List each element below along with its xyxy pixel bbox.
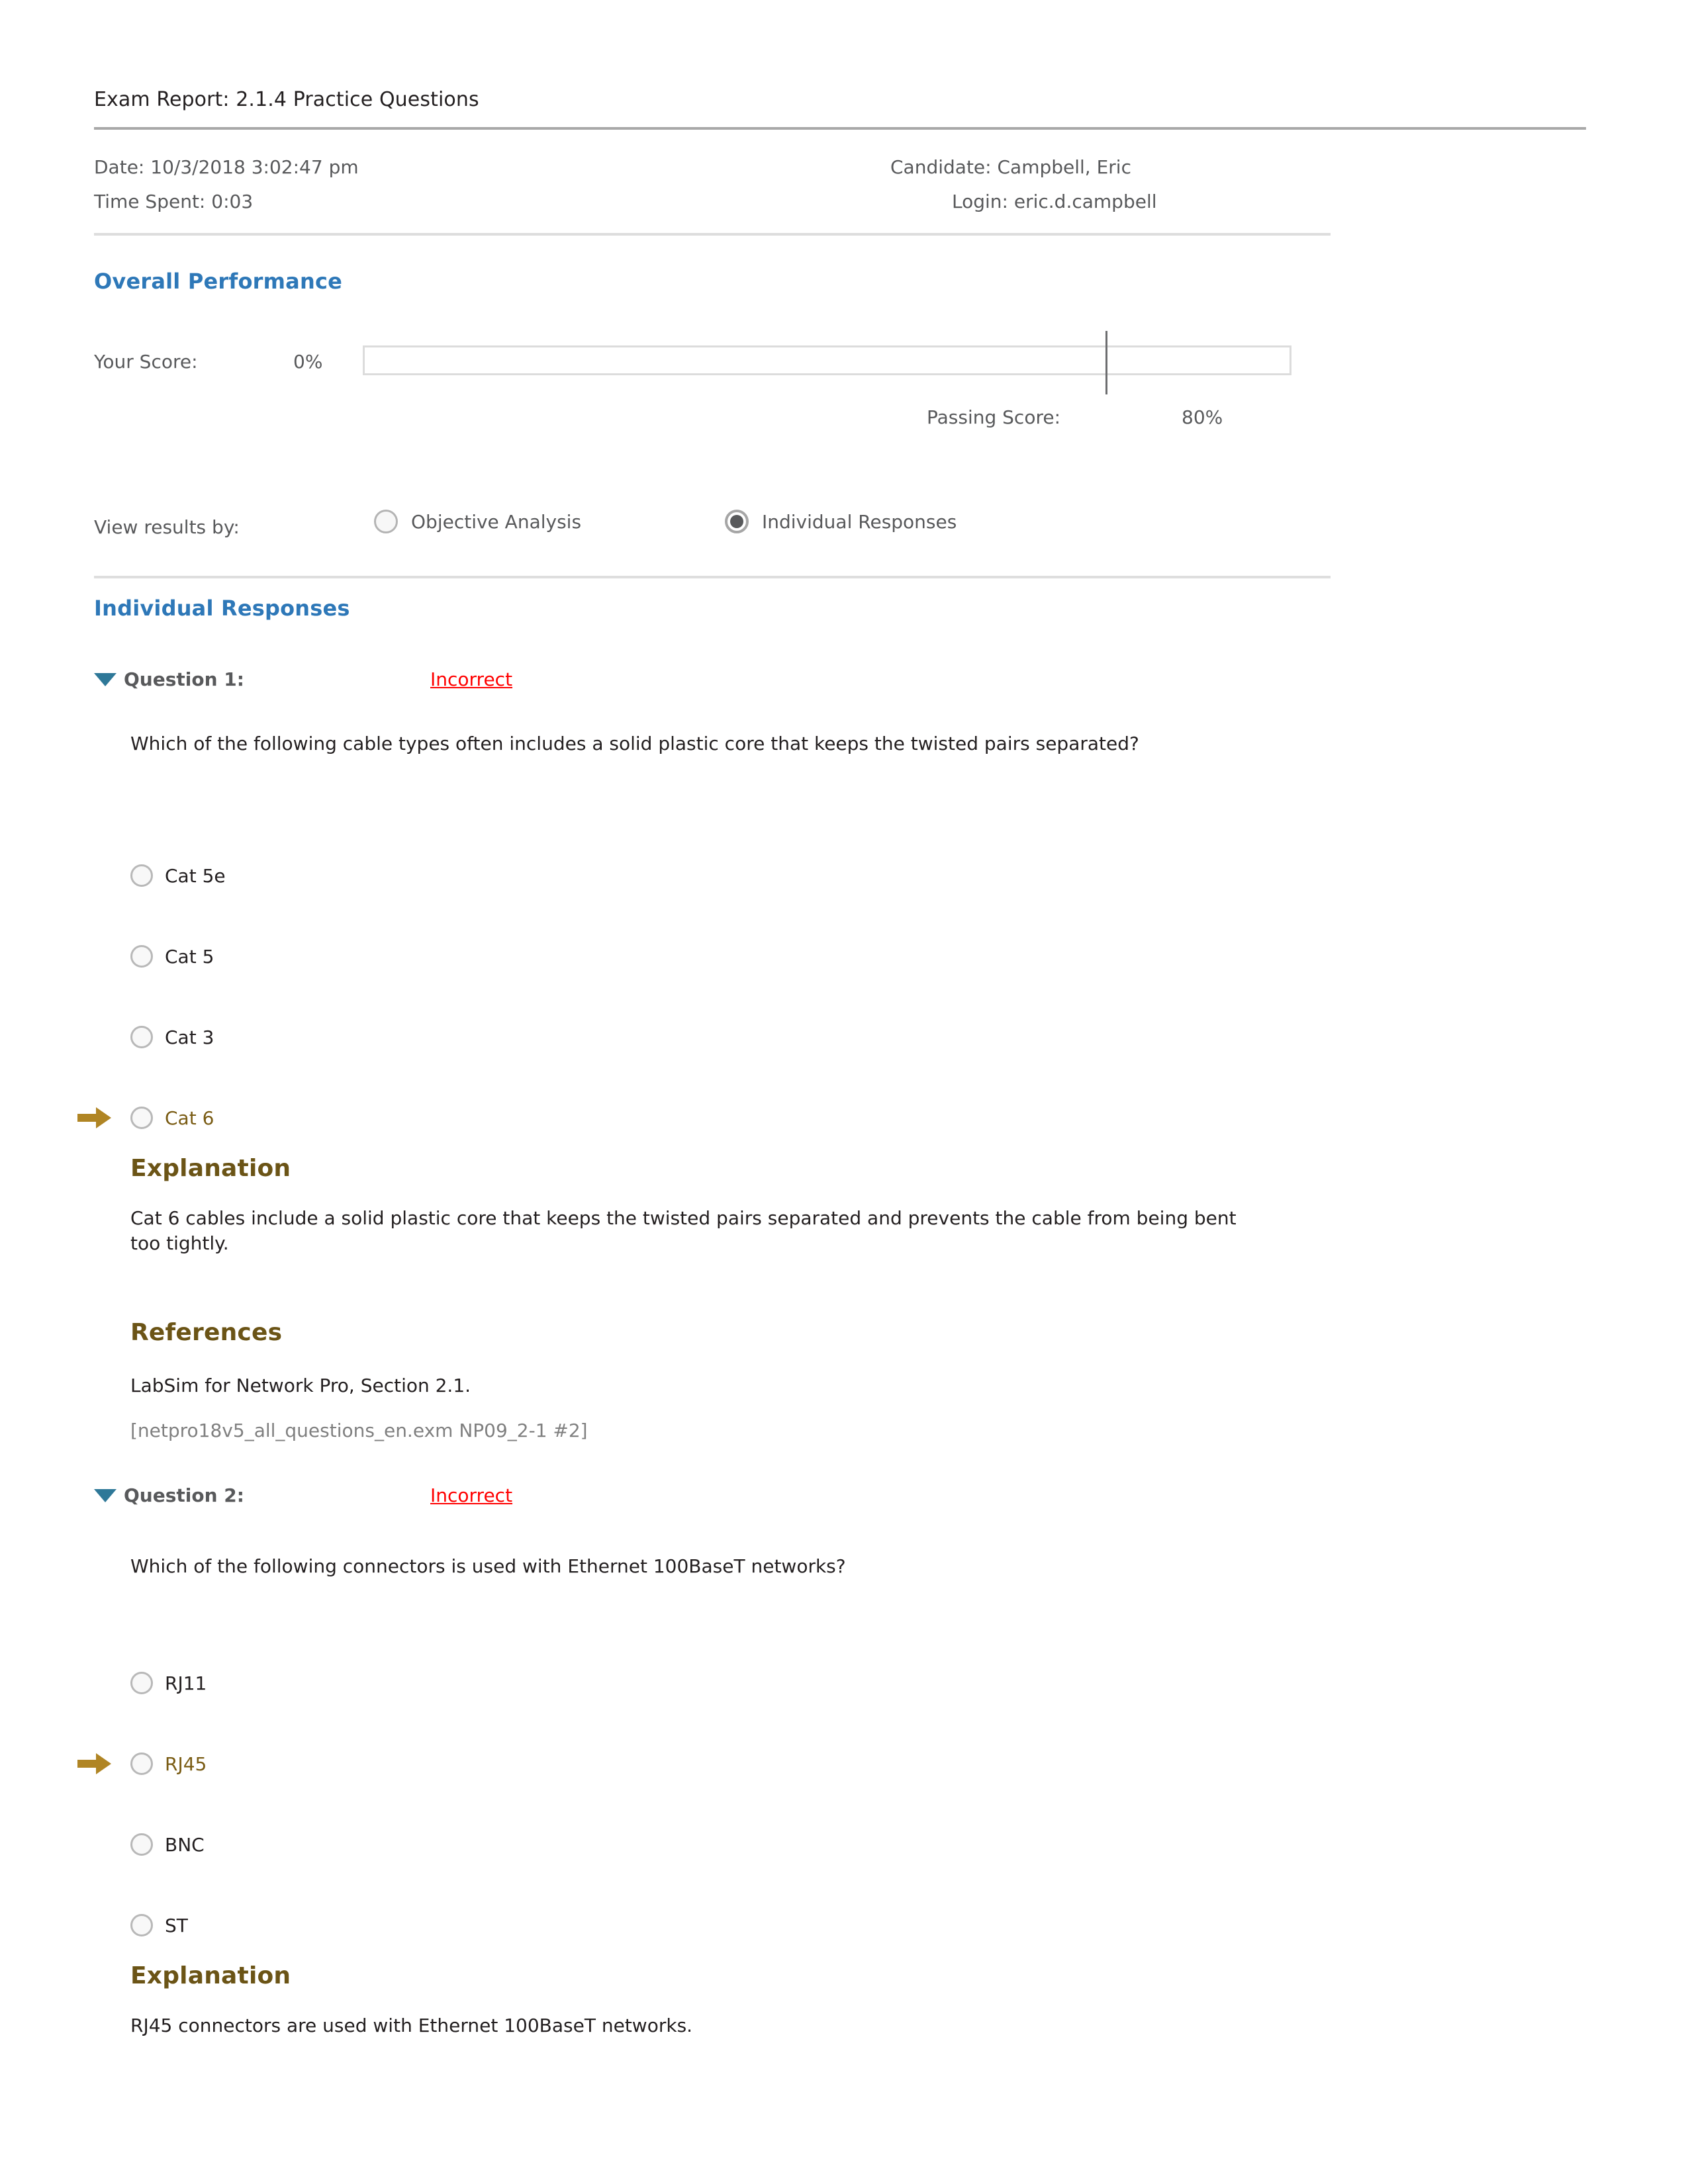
answer-option[interactable]: Cat 3 [130, 997, 226, 1077]
answer-option[interactable]: RJ11 [130, 1643, 207, 1723]
answer-option[interactable]: BNC [130, 1804, 207, 1885]
answer-option[interactable]: Cat 5e [130, 835, 226, 916]
radio-button-icon[interactable] [725, 510, 749, 533]
divider-top [94, 127, 1586, 130]
time-spent: Time Spent: 0:03 [94, 191, 254, 212]
page-title: Exam Report: 2.1.4 Practice Questions [94, 88, 479, 111]
option-radio-icon[interactable] [130, 1752, 153, 1775]
answer-option-correct[interactable]: Cat 6 [77, 1077, 226, 1158]
option-radio-icon[interactable] [130, 1672, 153, 1694]
passing-score-marker [1105, 331, 1107, 394]
option-label: Cat 3 [165, 1026, 214, 1048]
radio-individual-responses[interactable]: Individual Responses [725, 510, 957, 533]
your-score-label: Your Score: [94, 351, 198, 373]
question-status-link[interactable]: Incorrect [430, 668, 512, 690]
arrow-right-icon [77, 1752, 112, 1775]
option-radio-icon[interactable] [130, 864, 153, 887]
explanation-text: Cat 6 cables include a solid plastic cor… [130, 1207, 1237, 1254]
score-progress-bar [363, 345, 1291, 375]
option-label: ST [165, 1914, 188, 1936]
question-prompt: Which of the following cable types often… [130, 733, 1139, 754]
option-radio-icon[interactable] [130, 1107, 153, 1129]
explanation-text: RJ45 connectors are used with Ethernet 1… [130, 2015, 693, 2036]
explanation-heading: Explanation [130, 1962, 291, 1989]
question-prompt: Which of the following connectors is use… [130, 1555, 846, 1577]
option-radio-icon[interactable] [130, 1026, 153, 1048]
passing-score-label: Passing Score: [927, 406, 1061, 428]
question-status-link[interactable]: Incorrect [430, 1484, 512, 1506]
answer-option[interactable]: ST [130, 1885, 207, 1966]
answer-options-list: Cat 5e Cat 5 Cat 3 Cat 6 [77, 835, 226, 1158]
radio-individual-responses-label: Individual Responses [762, 510, 957, 533]
view-results-by-label: View results by: [94, 516, 240, 538]
option-label: RJ45 [165, 1752, 207, 1775]
references-code: [netpro18v5_all_questions_en.exm NP09_2-… [130, 1420, 588, 1441]
your-score-value: 0% [293, 351, 323, 373]
option-radio-icon[interactable] [130, 1833, 153, 1856]
passing-score-value: 80% [1182, 406, 1223, 428]
answer-option[interactable]: Cat 5 [130, 916, 226, 997]
option-label: RJ11 [165, 1672, 207, 1694]
exam-report-page: Exam Report: 2.1.4 Practice Questions Da… [0, 0, 1688, 2184]
question-label: Question 1: [124, 668, 244, 690]
option-radio-icon[interactable] [130, 1914, 153, 1936]
references-heading: References [130, 1319, 283, 1346]
arrow-right-icon [77, 1107, 112, 1129]
exam-date: Date: 10/3/2018 3:02:47 pm [94, 156, 359, 178]
question-toggle[interactable]: Question 2: [94, 1484, 244, 1506]
option-label: Cat 6 [165, 1107, 214, 1129]
individual-responses-heading: Individual Responses [94, 596, 350, 621]
radio-objective-analysis-label: Objective Analysis [411, 510, 582, 533]
overall-performance-heading: Overall Performance [94, 269, 343, 294]
option-label: BNC [165, 1833, 205, 1856]
option-radio-icon[interactable] [130, 945, 153, 968]
answer-option-correct[interactable]: RJ45 [77, 1723, 207, 1804]
triangle-down-icon[interactable] [94, 1488, 117, 1502]
references-text: LabSim for Network Pro, Section 2.1. [130, 1375, 471, 1396]
option-label: Cat 5 [165, 945, 214, 968]
option-label: Cat 5e [165, 864, 226, 887]
triangle-down-icon[interactable] [94, 672, 117, 686]
divider-header [94, 233, 1331, 236]
candidate-name: Candidate: Campbell, Eric [890, 156, 1131, 178]
radio-button-icon[interactable] [374, 510, 398, 533]
divider-view-results [94, 576, 1331, 578]
question-toggle[interactable]: Question 1: [94, 668, 244, 690]
answer-options-list: RJ11 RJ45 BNC ST [77, 1643, 207, 1966]
radio-objective-analysis[interactable]: Objective Analysis [374, 510, 581, 533]
question-label: Question 2: [124, 1484, 244, 1506]
explanation-heading: Explanation [130, 1155, 291, 1182]
candidate-login: Login: eric.d.campbell [952, 191, 1157, 212]
